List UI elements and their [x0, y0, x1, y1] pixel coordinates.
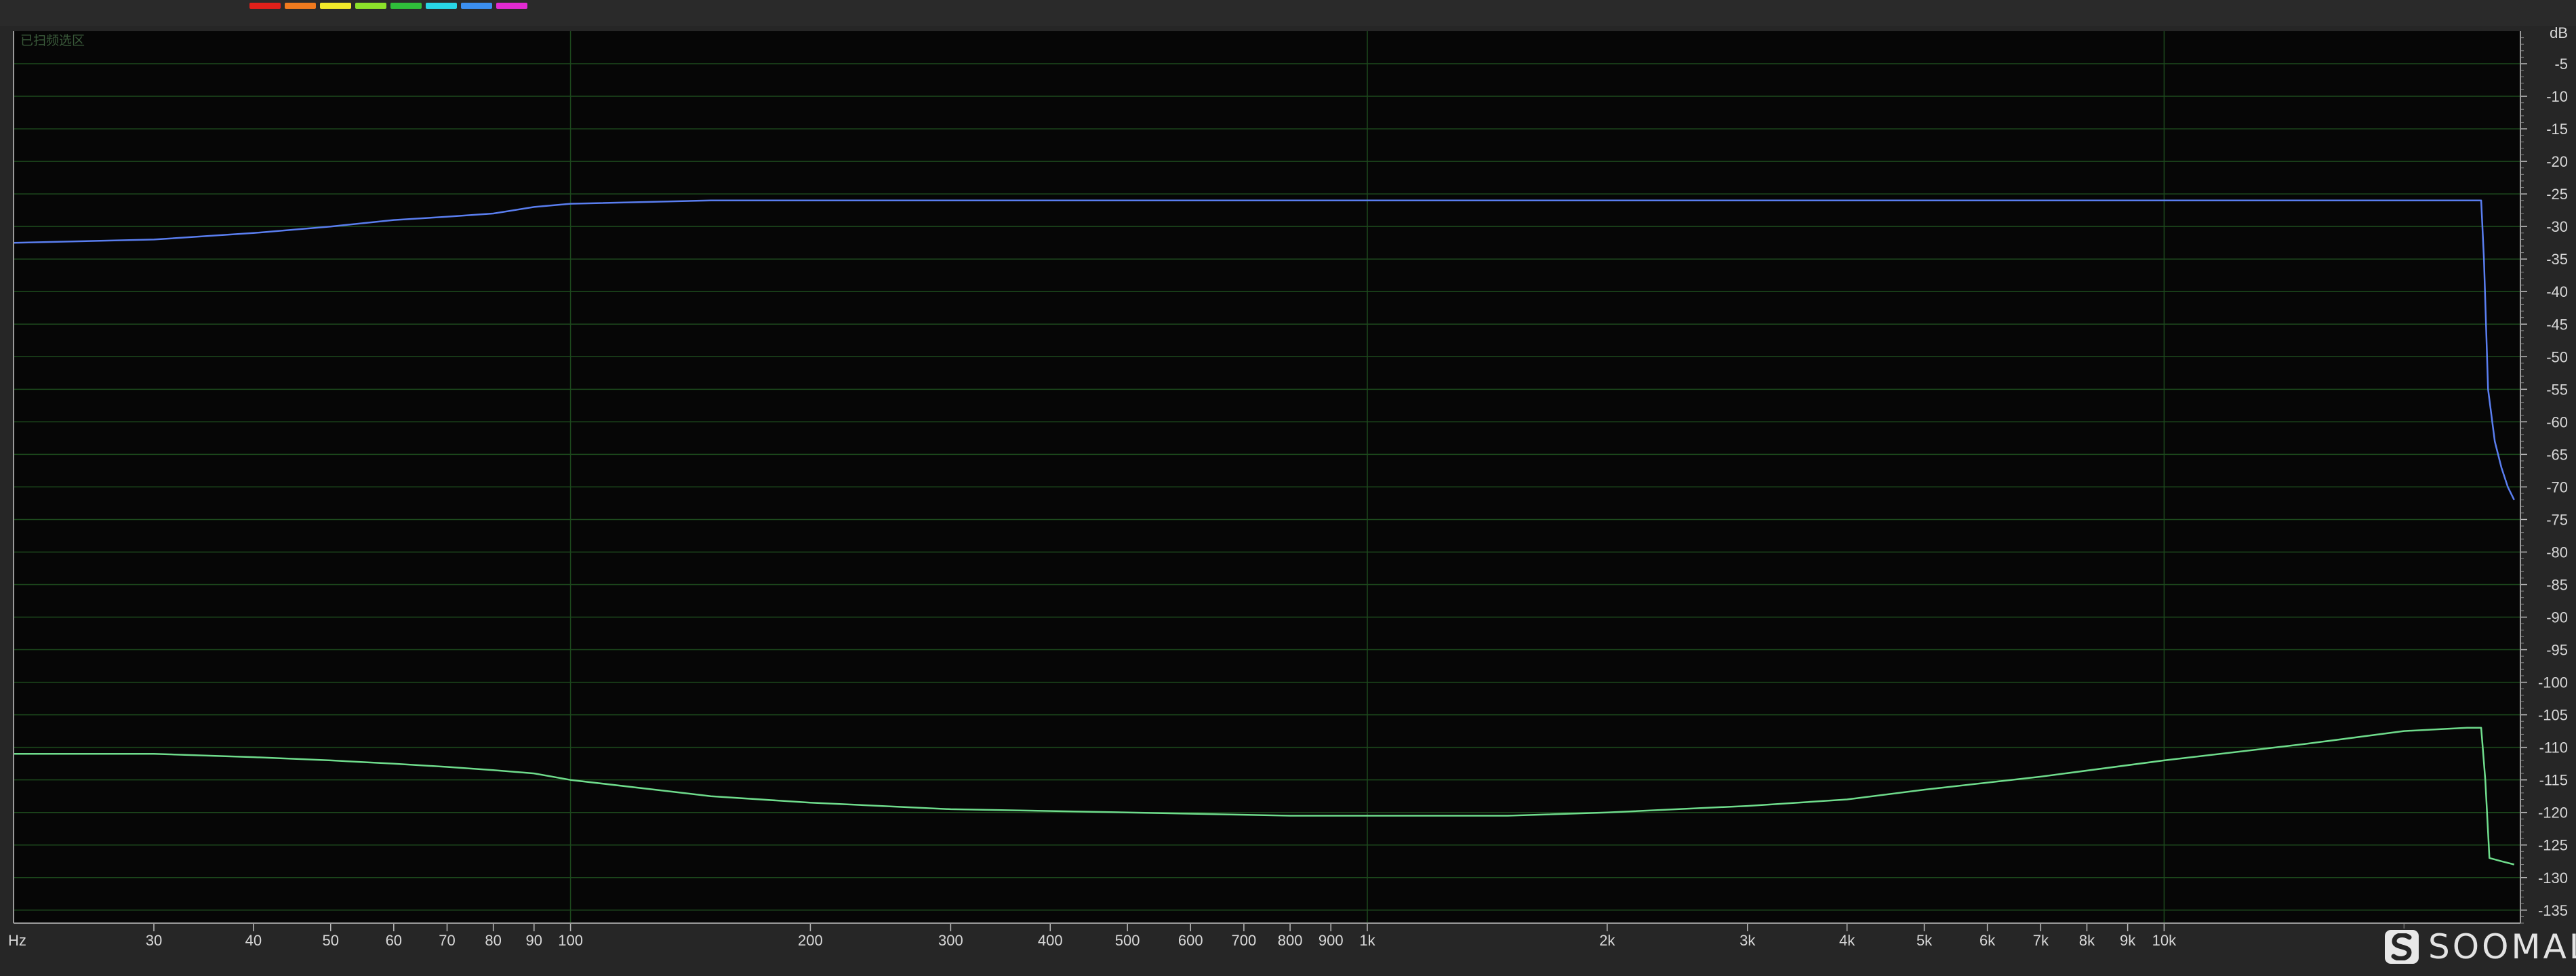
- sweep-annotation: 已扫频选区: [20, 33, 85, 48]
- x-tick-label: 30: [146, 932, 162, 949]
- x-tick-label: 7k: [2033, 932, 2049, 949]
- brand-logo: SOOMAL: [2385, 927, 2576, 967]
- y-tick-label: -110: [2539, 739, 2568, 756]
- y-tick-label: -105: [2538, 707, 2568, 724]
- y-tick-label: -125: [2538, 837, 2568, 854]
- y-tick-label: -85: [2546, 576, 2568, 593]
- y-tick-label: -80: [2546, 544, 2568, 561]
- y-tick-label: -5: [2554, 56, 2568, 73]
- x-tick-label: 900: [1319, 932, 1344, 949]
- x-tick-label: 60: [386, 932, 402, 949]
- y-tick-label: -25: [2546, 186, 2568, 203]
- y-tick-label: -115: [2539, 772, 2568, 789]
- x-tick-label: 9k: [2120, 932, 2136, 949]
- y-tick-label: -40: [2546, 283, 2568, 300]
- frequency-response-chart: -5 -10 -15 -20 -25 -30 -35 -40 -45 -50 -55 -60 -65 -7…: [8, 24, 2568, 949]
- y-tick-label: -95: [2546, 642, 2568, 659]
- brand-name: SOOMAL: [2428, 927, 2576, 967]
- y-tick-label: -15: [2546, 121, 2568, 138]
- x-tick-label: 50: [323, 932, 339, 949]
- x-tick-label: 8k: [2079, 932, 2095, 949]
- y-tick-label: -35: [2546, 251, 2568, 268]
- y-tick-label: -70: [2546, 479, 2568, 495]
- x-tick-label: 800: [1278, 932, 1303, 949]
- x-tick-label: 1k: [1359, 932, 1375, 949]
- x-tick-label: 300: [938, 932, 963, 949]
- y-tick-label: -55: [2546, 381, 2568, 398]
- x-unit-label: Hz: [8, 932, 26, 949]
- y-tick-label: -60: [2546, 413, 2568, 430]
- y-tick-label: -50: [2546, 348, 2568, 365]
- x-tick-label: 500: [1115, 932, 1140, 949]
- y-tick-label: -45: [2546, 316, 2568, 333]
- y-tick-label: -100: [2538, 674, 2568, 691]
- x-tick-label: 4k: [1839, 932, 1855, 949]
- x-tick-label: 700: [1232, 932, 1257, 949]
- x-tick-label: 80: [485, 932, 501, 949]
- y-tick-label: -75: [2546, 511, 2568, 528]
- x-tick-label: 40: [245, 932, 262, 949]
- y-tick-label: -65: [2546, 446, 2568, 463]
- x-tick-label: 200: [798, 932, 823, 949]
- y-tick-label: -135: [2538, 902, 2568, 919]
- x-tick-label: 2k: [1599, 932, 1615, 949]
- x-tick-label: 3k: [1739, 932, 1756, 949]
- y-unit-label: dB: [2550, 24, 2568, 41]
- x-tick-label: 600: [1178, 932, 1203, 949]
- y-tick-label: -120: [2538, 805, 2568, 821]
- x-tick-label: 5k: [1916, 932, 1933, 949]
- y-tick-label: -30: [2546, 218, 2568, 235]
- x-tick-label: 70: [439, 932, 455, 949]
- soomal-logo-icon: [2385, 930, 2419, 964]
- x-tick-label: 400: [1038, 932, 1063, 949]
- y-tick-label: -130: [2538, 870, 2568, 887]
- x-tick-label: 6k: [1979, 932, 1996, 949]
- y-tick-label: -10: [2546, 88, 2568, 105]
- x-tick-label: 10k: [2152, 932, 2177, 949]
- y-tick-label: -90: [2546, 609, 2568, 626]
- y-tick-label: -20: [2546, 153, 2568, 170]
- x-tick-label: 90: [526, 932, 542, 949]
- x-tick-label: 100: [558, 932, 583, 949]
- plot-area: [14, 31, 2520, 923]
